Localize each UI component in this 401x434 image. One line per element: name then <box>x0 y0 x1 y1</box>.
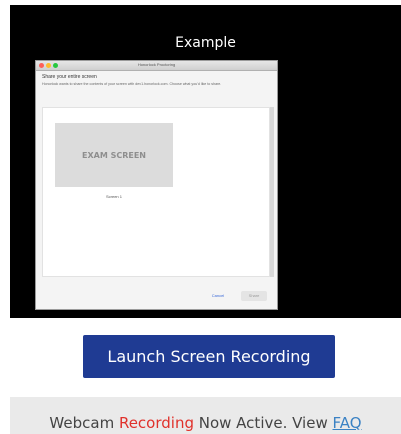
status-prefix: Webcam <box>49 414 119 432</box>
dialog-cancel-button: Cancel <box>211 293 225 298</box>
status-middle: Now Active. View <box>193 414 333 432</box>
screen-label: Screen 1 <box>105 194 122 199</box>
dialog-window-title: Honorlock Proctoring <box>137 62 176 67</box>
share-screen-dialog-image: Honorlock Proctoring Share your entire s… <box>35 60 278 310</box>
faq-link[interactable]: FAQ <box>333 414 362 432</box>
dialog-scrollbar <box>270 107 274 277</box>
webcam-status-bar: Webcam Recording Now Active. View FAQ <box>10 397 401 434</box>
dialog-titlebar: Honorlock Proctoring <box>36 61 277 71</box>
exam-screen-thumbnail: EXAM SCREEN <box>55 123 173 187</box>
example-title: Example <box>175 35 236 51</box>
example-panel: Example Honorlock Proctoring Share your … <box>10 5 401 318</box>
dialog-description: Honorlock wants to share the contents of… <box>42 82 222 86</box>
dialog-share-button: Share <box>241 291 267 301</box>
launch-screen-recording-button[interactable]: Launch Screen Recording <box>83 335 335 378</box>
screen-picker-area: EXAM SCREEN Screen 1 <box>42 107 270 277</box>
dialog-heading: Share your entire screen <box>42 74 97 80</box>
status-recording: Recording <box>118 414 194 432</box>
